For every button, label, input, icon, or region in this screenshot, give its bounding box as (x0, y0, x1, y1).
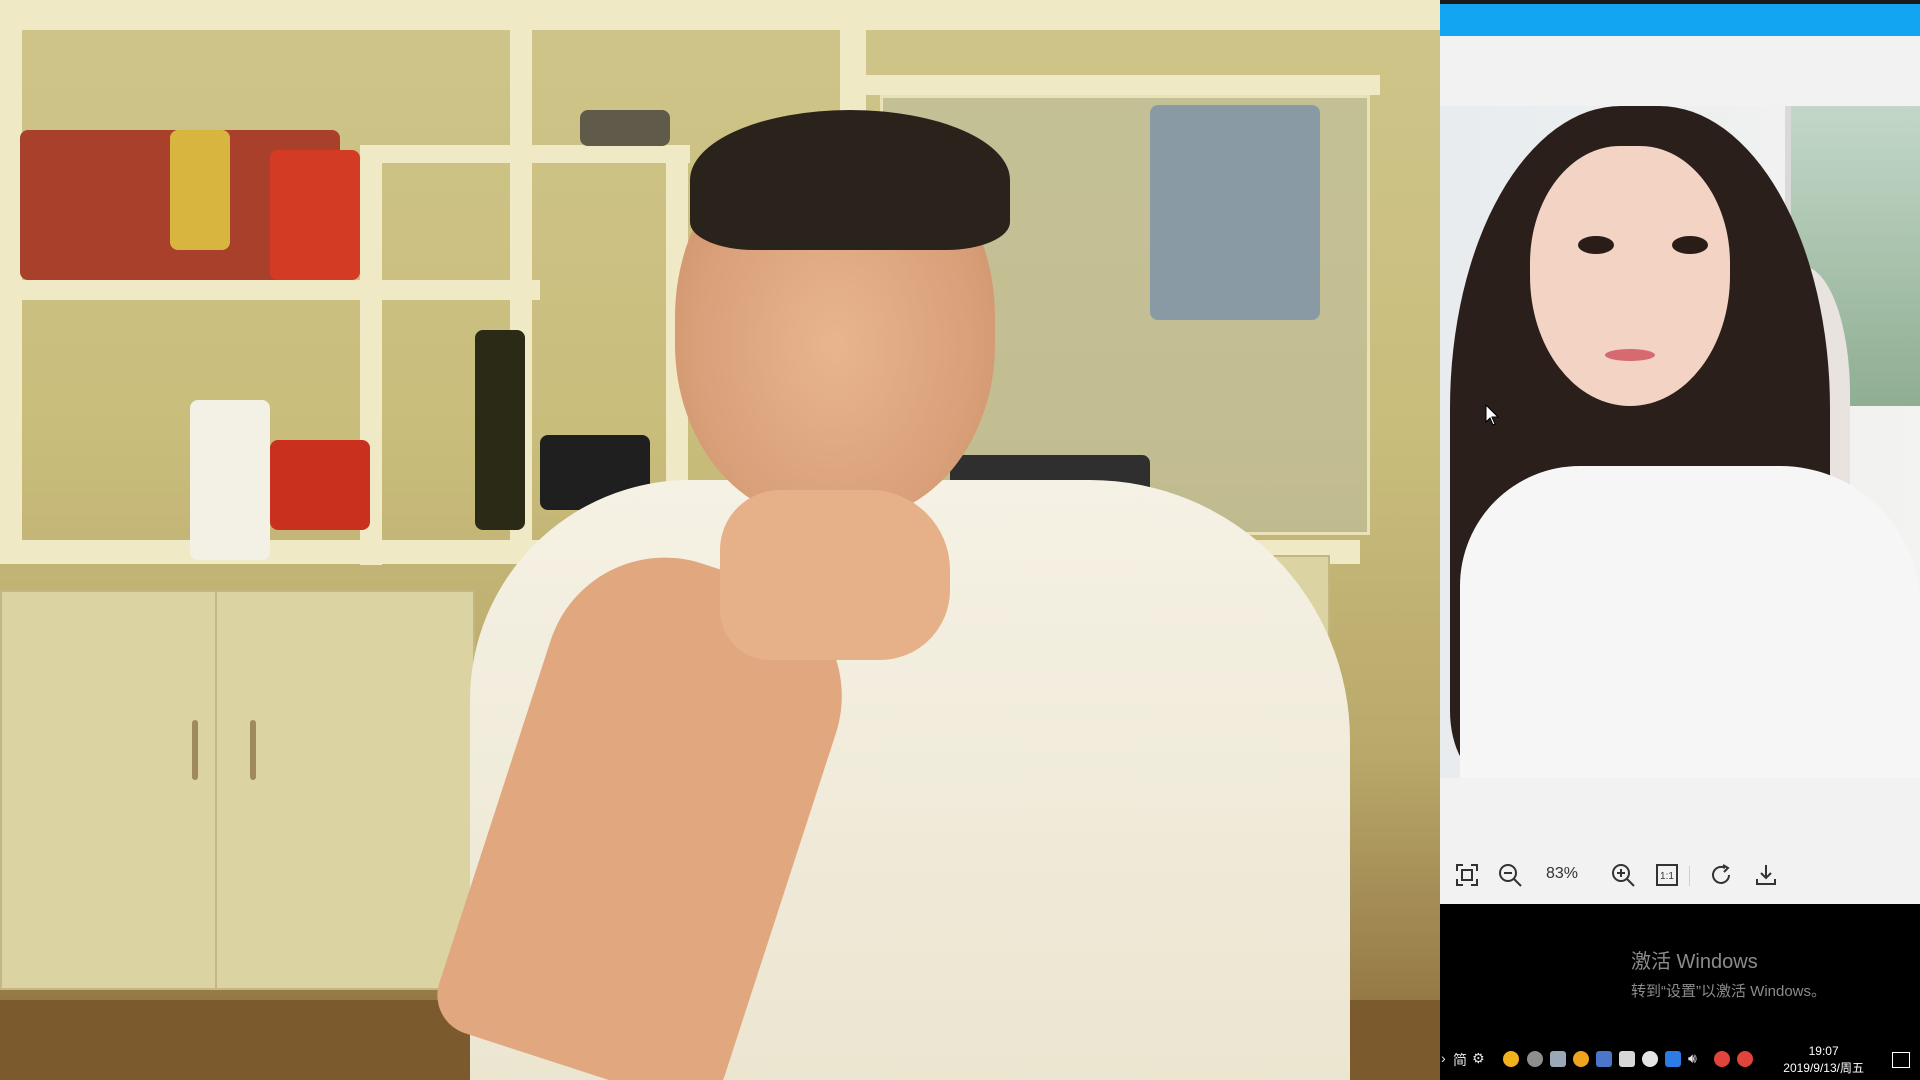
ime-settings-gear-icon[interactable]: ⚙ (1472, 1050, 1485, 1067)
zoom-out-icon (1499, 864, 1522, 887)
webcam-video-feed (0, 0, 1440, 1080)
toolbar-divider (1689, 866, 1690, 886)
viewer-titlebar[interactable] (1440, 4, 1920, 36)
toy-figure (270, 150, 360, 280)
image-viewer-window: 83% 1:1 (1440, 0, 1920, 904)
cabinet-door (0, 590, 230, 990)
actual-size-label: 1:1 (1660, 871, 1674, 882)
ime-indicator[interactable]: 简 (1453, 1050, 1467, 1070)
tray-overflow-chevron-icon[interactable]: › (1441, 1050, 1446, 1066)
app-tray-icon[interactable] (1642, 1051, 1658, 1067)
app-tray-icon[interactable] (1527, 1051, 1543, 1067)
shelf-divider (0, 0, 22, 560)
cabinet-handle (192, 720, 198, 780)
actual-size-icon: 1:1 (1656, 864, 1678, 886)
watermark-subtitle: 转到“设置”以激活 Windows。 (1631, 983, 1827, 1000)
rotate-button[interactable] (1708, 862, 1734, 888)
viewer-toolbar: 83% 1:1 (1440, 850, 1920, 900)
photo-face (1530, 146, 1730, 406)
red-bag (270, 440, 370, 530)
viewed-photo[interactable] (1440, 106, 1920, 778)
shelf-board (860, 75, 1380, 95)
network-icon[interactable] (1619, 1051, 1635, 1067)
champagne-bottle (475, 330, 525, 530)
tin-can (580, 110, 670, 146)
app-tray-icon[interactable] (1596, 1051, 1612, 1067)
volume-icon[interactable]: 🔊︎ (1688, 1050, 1697, 1067)
photo-eye (1578, 236, 1614, 254)
download-button[interactable] (1753, 862, 1779, 888)
mouse-cursor-icon (1485, 404, 1499, 426)
app-tray-icon[interactable] (1550, 1051, 1566, 1067)
person-hair (690, 110, 1010, 250)
notification-center-icon[interactable] (1892, 1052, 1910, 1068)
watermark-title: 激活 Windows (1631, 951, 1758, 973)
rotate-icon (1712, 864, 1730, 884)
zoom-level-label: 83% (1545, 865, 1579, 882)
app-tray-icon[interactable] (1737, 1051, 1753, 1067)
download-icon (1756, 865, 1776, 885)
zoom-out-button[interactable] (1497, 862, 1523, 888)
qq-tray-icon[interactable] (1503, 1051, 1519, 1067)
cabinet-door (215, 590, 475, 990)
app-tray-icon[interactable] (1714, 1051, 1730, 1067)
cabinet-handle (250, 720, 256, 780)
clock-date: 2019/9/13/周五 (1783, 1061, 1864, 1075)
shelf-board (0, 280, 540, 300)
photo-shirt (1460, 466, 1920, 778)
app-tray-icon[interactable] (1573, 1051, 1589, 1067)
actual-size-button[interactable]: 1:1 (1654, 862, 1680, 888)
taskbar: › 简 ⚙ 🔊︎ 19:07 2019/9/13/周五 (1440, 1040, 1920, 1080)
taskbar-clock[interactable]: 19:07 2019/9/13/周五 (1783, 1043, 1864, 1077)
box-on-shelf (1150, 105, 1320, 320)
activate-windows-watermark: 激活 Windows 转到“设置”以激活 Windows。 (1631, 945, 1826, 1001)
person-hand (720, 490, 950, 660)
zoom-in-button[interactable] (1610, 862, 1636, 888)
zoom-in-icon (1612, 864, 1635, 887)
shelf-top (0, 0, 1440, 30)
app-tray-icon[interactable] (1665, 1051, 1681, 1067)
clock-time: 19:07 (1808, 1044, 1839, 1058)
photo-lips (1605, 349, 1655, 361)
megaphone (190, 400, 270, 560)
fit-screen-icon (1456, 864, 1478, 886)
fit-screen-button[interactable] (1454, 862, 1480, 888)
photo-eye (1672, 236, 1708, 254)
trophy (170, 130, 230, 250)
